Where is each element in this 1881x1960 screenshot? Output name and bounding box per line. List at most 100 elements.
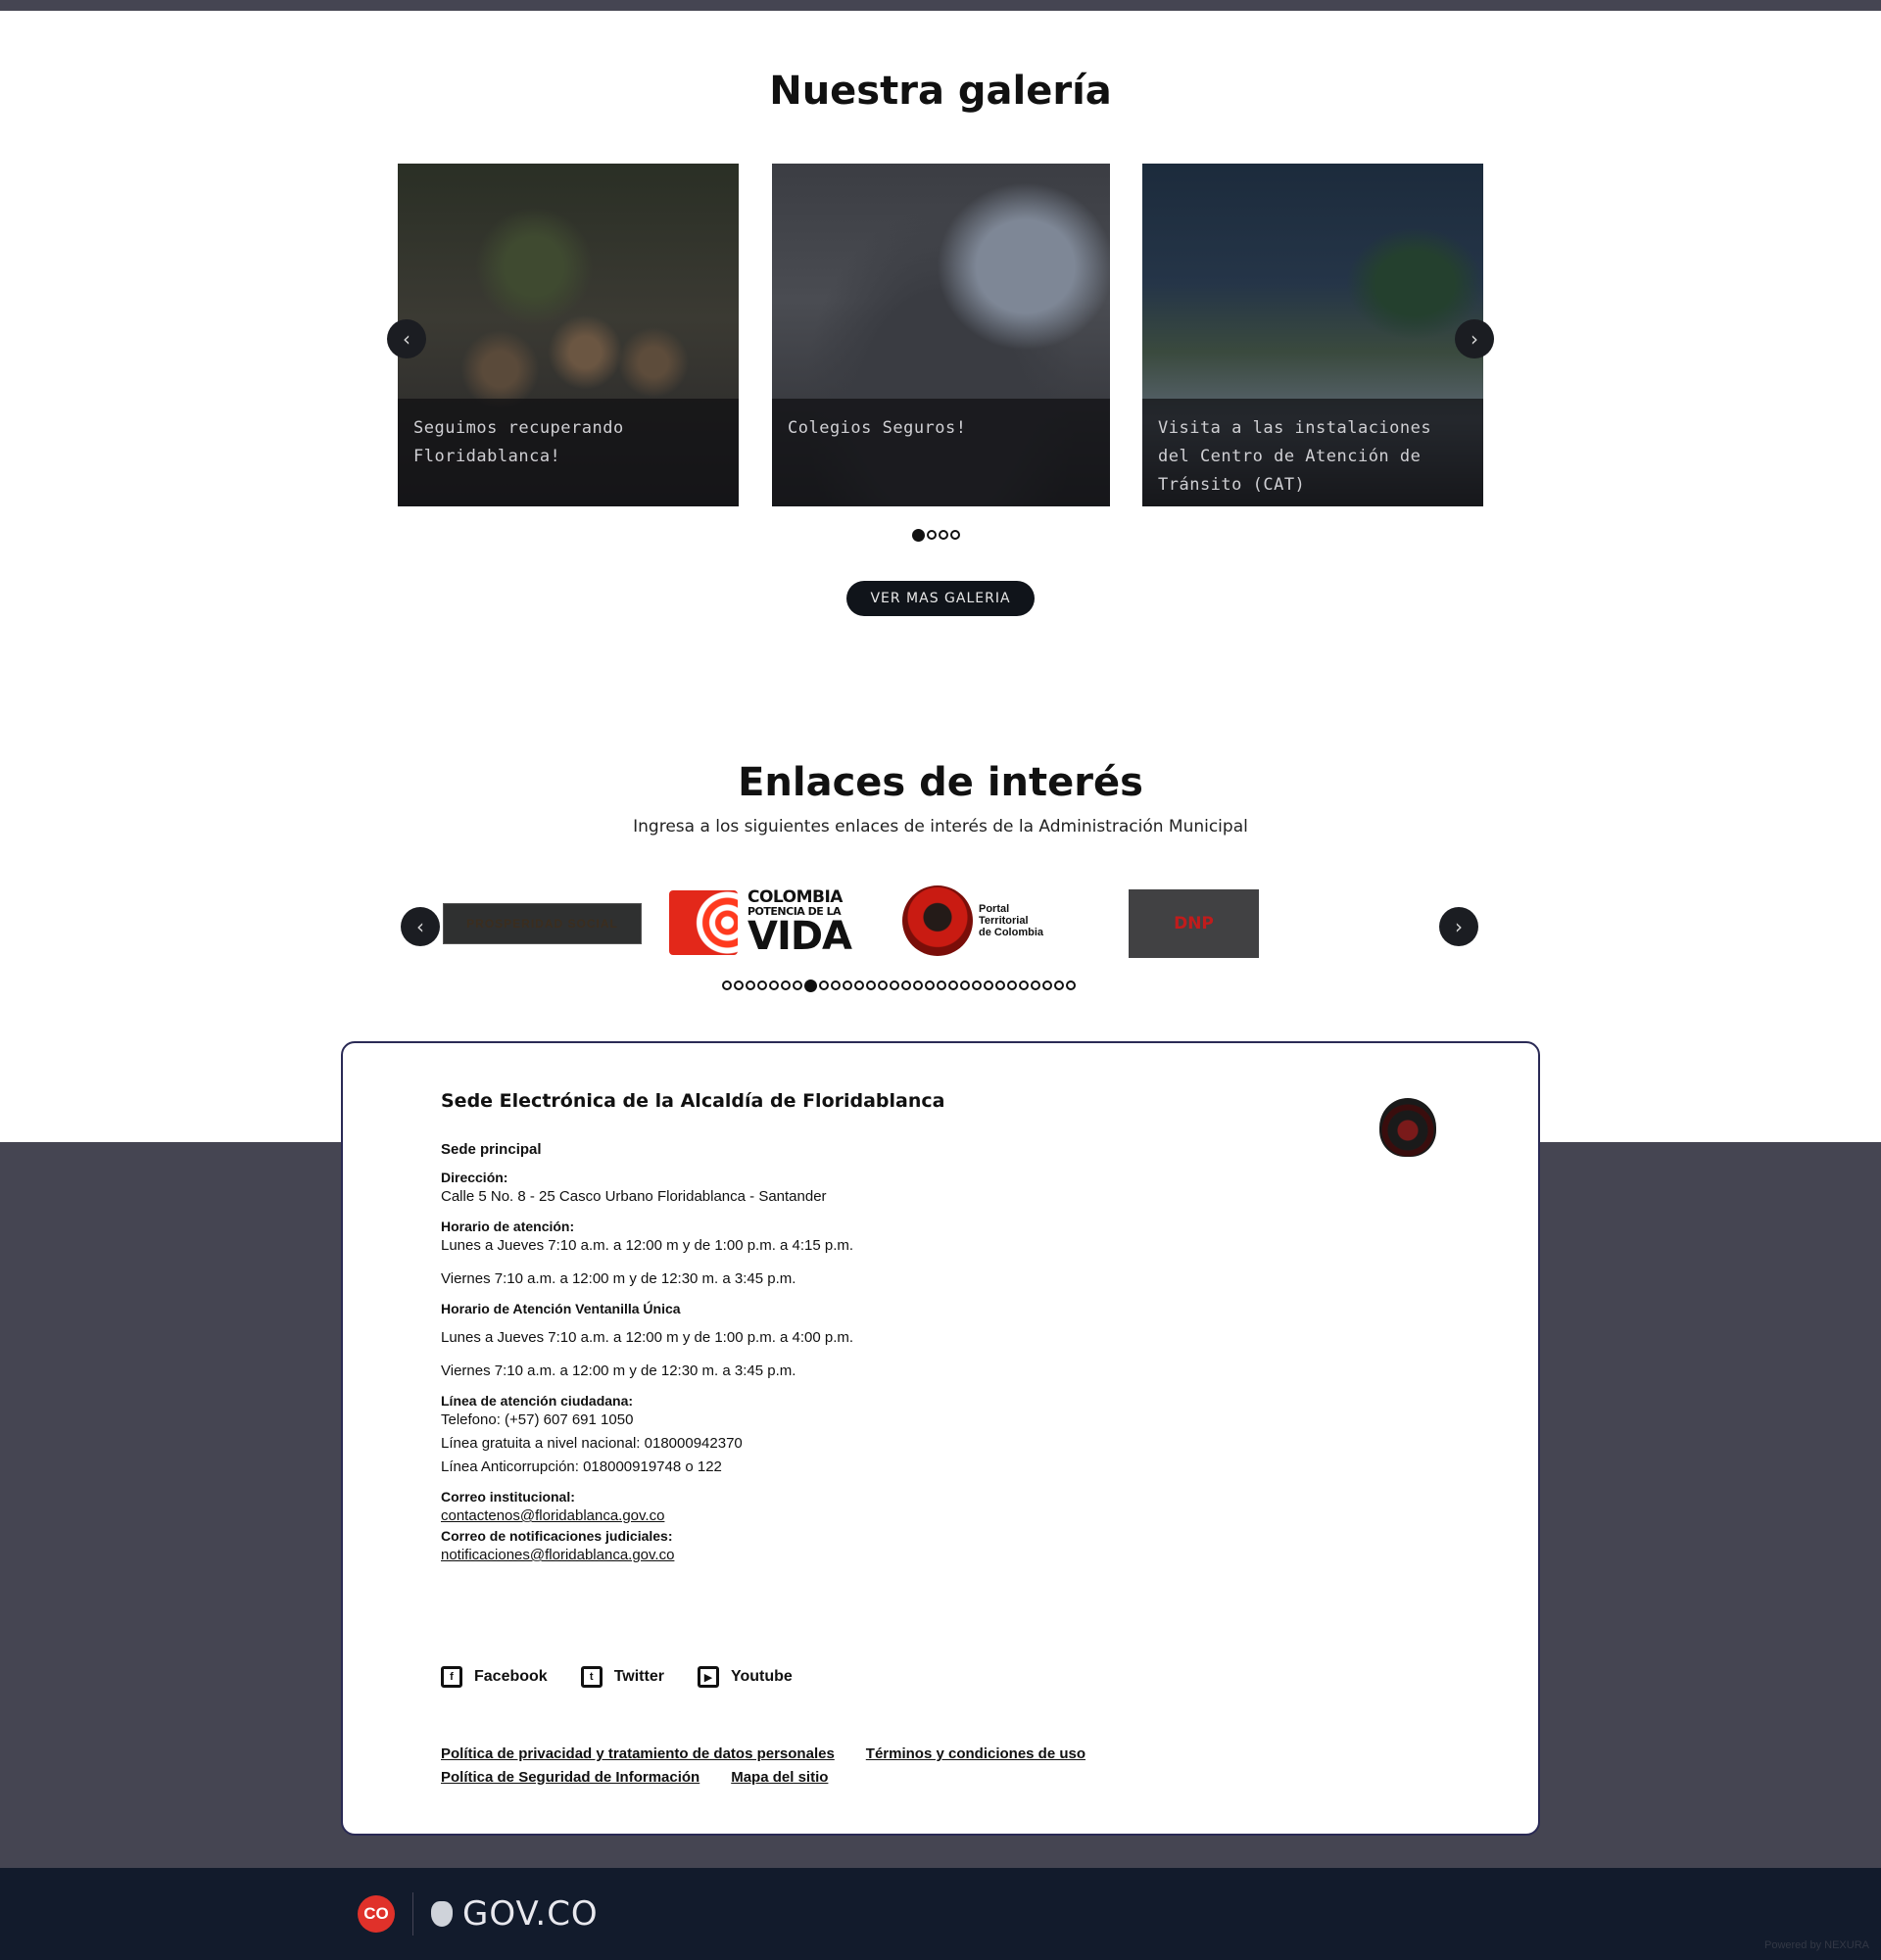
- links-title: Enlaces de interés: [738, 760, 1143, 805]
- powered-by-label: Powered by NEXURA: [1764, 1939, 1869, 1951]
- correo-label: Correo institucional:: [441, 1489, 575, 1505]
- correo-link[interactable]: contactenos@floridablanca.gov.co: [441, 1505, 1323, 1528]
- gallery-pagination: [911, 529, 961, 542]
- youtube-icon: ▶: [697, 1666, 719, 1688]
- pagination-dot[interactable]: [960, 980, 970, 990]
- social-links: f Facebook t Twitter ▶ Youtube: [441, 1666, 793, 1688]
- pagination-dot[interactable]: [925, 980, 935, 990]
- pagination-dot[interactable]: [843, 980, 852, 990]
- logo-colombia-potencia-vida[interactable]: COLOMBIA POTENCIA DE LA VIDA: [664, 885, 856, 960]
- horario-line-1: Lunes a Jueves 7:10 a.m. a 12:00 m y de …: [441, 1237, 854, 1254]
- facebook-link[interactable]: f Facebook: [441, 1666, 548, 1688]
- pagination-dot[interactable]: [781, 980, 791, 990]
- pagination-dot[interactable]: [901, 980, 911, 990]
- notificaciones-link[interactable]: notificaciones@floridablanca.gov.co: [441, 1544, 1323, 1567]
- gallery-prev-button[interactable]: ‹: [387, 319, 426, 359]
- ventanilla-label: Horario de Atención Ventanilla Única: [441, 1301, 681, 1316]
- pagination-dot[interactable]: [1019, 980, 1029, 990]
- pagination-dot[interactable]: [927, 530, 937, 540]
- pagination-dot[interactable]: [866, 980, 876, 990]
- logo-portal-territorial[interactable]: Portal Territorial de Colombia: [899, 885, 1046, 956]
- telefono-value: Telefono: (+57) 607 691 1050: [441, 1411, 634, 1428]
- logo-colombia-line3: VIDA: [748, 914, 852, 959]
- horario-label: Horario de atención:: [441, 1219, 575, 1234]
- pagination-dot[interactable]: [912, 529, 925, 542]
- pagination-dot[interactable]: [757, 980, 767, 990]
- floridablanca-crest-icon: [1379, 1098, 1436, 1157]
- pagination-dot[interactable]: [854, 980, 864, 990]
- pagination-dot[interactable]: [746, 980, 755, 990]
- sitemap-link[interactable]: Mapa del sitio: [731, 1769, 828, 1786]
- contact-card: Sede Electrónica de la Alcaldía de Flori…: [341, 1041, 1540, 1836]
- gallery-card[interactable]: Colegios Seguros!: [772, 164, 1110, 506]
- security-policy-link[interactable]: Política de Seguridad de Información: [441, 1769, 699, 1786]
- gallery-card[interactable]: Seguimos recuperando Floridablanca!: [398, 164, 739, 506]
- facebook-label: Facebook: [474, 1668, 548, 1685]
- linea-gratuita-value: Línea gratuita a nivel nacional: 0180009…: [441, 1435, 743, 1452]
- pagination-dot[interactable]: [937, 980, 946, 990]
- pagination-dot[interactable]: [878, 980, 888, 990]
- co-badge-icon: CO: [358, 1895, 395, 1933]
- govco-logo[interactable]: CO GOV.CO: [358, 1892, 599, 1936]
- chevron-right-icon: ›: [1471, 327, 1478, 351]
- logo-prosperidad-social[interactable]: PROSPERIDAD SOCIAL: [443, 903, 642, 944]
- pagination-dot[interactable]: [948, 980, 958, 990]
- logo-portal-line2: Territorial: [978, 915, 1029, 927]
- gallery-next-button[interactable]: ›: [1455, 319, 1494, 359]
- gallery-title: Nuestra galería: [769, 69, 1112, 114]
- gallery-caption: Visita a las instalaciones del Centro de…: [1142, 399, 1483, 506]
- links-next-button[interactable]: ›: [1439, 907, 1478, 946]
- pagination-dot[interactable]: [984, 980, 993, 990]
- portal-territorial-icon: [901, 885, 973, 956]
- colombia-shield-icon: [431, 1901, 453, 1927]
- logo-colombia-line1: COLOMBIA: [748, 887, 843, 907]
- pagination-dot[interactable]: [950, 530, 960, 540]
- sede-label: Sede principal: [441, 1141, 542, 1158]
- govco-label: GOV.CO: [462, 1894, 599, 1934]
- pagination-dot[interactable]: [831, 980, 841, 990]
- chevron-left-icon: ‹: [403, 327, 410, 351]
- chevron-right-icon: ›: [1455, 915, 1463, 938]
- pagination-dot[interactable]: [939, 530, 948, 540]
- pagination-dot[interactable]: [804, 980, 817, 992]
- gallery-caption: Colegios Seguros!: [772, 399, 1110, 506]
- logo-prosperidad-text: PROSPERIDAD SOCIAL: [466, 917, 618, 931]
- links-subtitle: Ingresa a los siguientes enlaces de inte…: [633, 817, 1248, 837]
- logo-portal-line1: Portal: [978, 903, 1010, 915]
- notificaciones-label: Correo de notificaciones judiciales:: [441, 1528, 673, 1544]
- pagination-dot[interactable]: [722, 980, 732, 990]
- pagination-dot[interactable]: [1066, 980, 1076, 990]
- direccion-label: Dirección:: [441, 1170, 508, 1185]
- twitter-icon: t: [580, 1666, 603, 1688]
- pagination-dot[interactable]: [972, 980, 982, 990]
- policy-links: Política de privacidad y tratamiento de …: [441, 1743, 1117, 1790]
- ventanilla-line-2: Viernes 7:10 a.m. a 12:00 m y de 12:30 m…: [441, 1362, 796, 1379]
- youtube-label: Youtube: [730, 1668, 793, 1685]
- twitter-label: Twitter: [613, 1668, 664, 1685]
- youtube-link[interactable]: ▶ Youtube: [697, 1666, 793, 1688]
- terms-link[interactable]: Términos y condiciones de uso: [866, 1745, 1085, 1762]
- logo-dnp[interactable]: DNP: [1129, 889, 1259, 958]
- see-more-gallery-button[interactable]: VER MAS GALERIA: [846, 581, 1035, 616]
- govco-bar: [0, 1868, 1881, 1960]
- pagination-dot[interactable]: [793, 980, 802, 990]
- links-prev-button[interactable]: ‹: [401, 907, 440, 946]
- logo-dnp-text: DNP: [1174, 914, 1214, 933]
- pagination-dot[interactable]: [1031, 980, 1040, 990]
- gallery-card[interactable]: Visita a las instalaciones del Centro de…: [1142, 164, 1483, 506]
- pagination-dot[interactable]: [890, 980, 899, 990]
- facebook-icon: f: [441, 1666, 462, 1688]
- twitter-link[interactable]: t Twitter: [580, 1666, 664, 1688]
- pagination-dot[interactable]: [1054, 980, 1064, 990]
- linea-anticorrupcion-value: Línea Anticorrupción: 018000919748 o 122: [441, 1458, 722, 1475]
- pagination-dot[interactable]: [913, 980, 923, 990]
- gallery-caption: Seguimos recuperando Floridablanca!: [398, 399, 739, 506]
- pagination-dot[interactable]: [769, 980, 779, 990]
- pagination-dot[interactable]: [1007, 980, 1017, 990]
- pagination-dot[interactable]: [995, 980, 1005, 990]
- chevron-left-icon: ‹: [416, 915, 424, 938]
- privacy-policy-link[interactable]: Política de privacidad y tratamiento de …: [441, 1745, 835, 1762]
- pagination-dot[interactable]: [734, 980, 744, 990]
- pagination-dot[interactable]: [1042, 980, 1052, 990]
- pagination-dot[interactable]: [819, 980, 829, 990]
